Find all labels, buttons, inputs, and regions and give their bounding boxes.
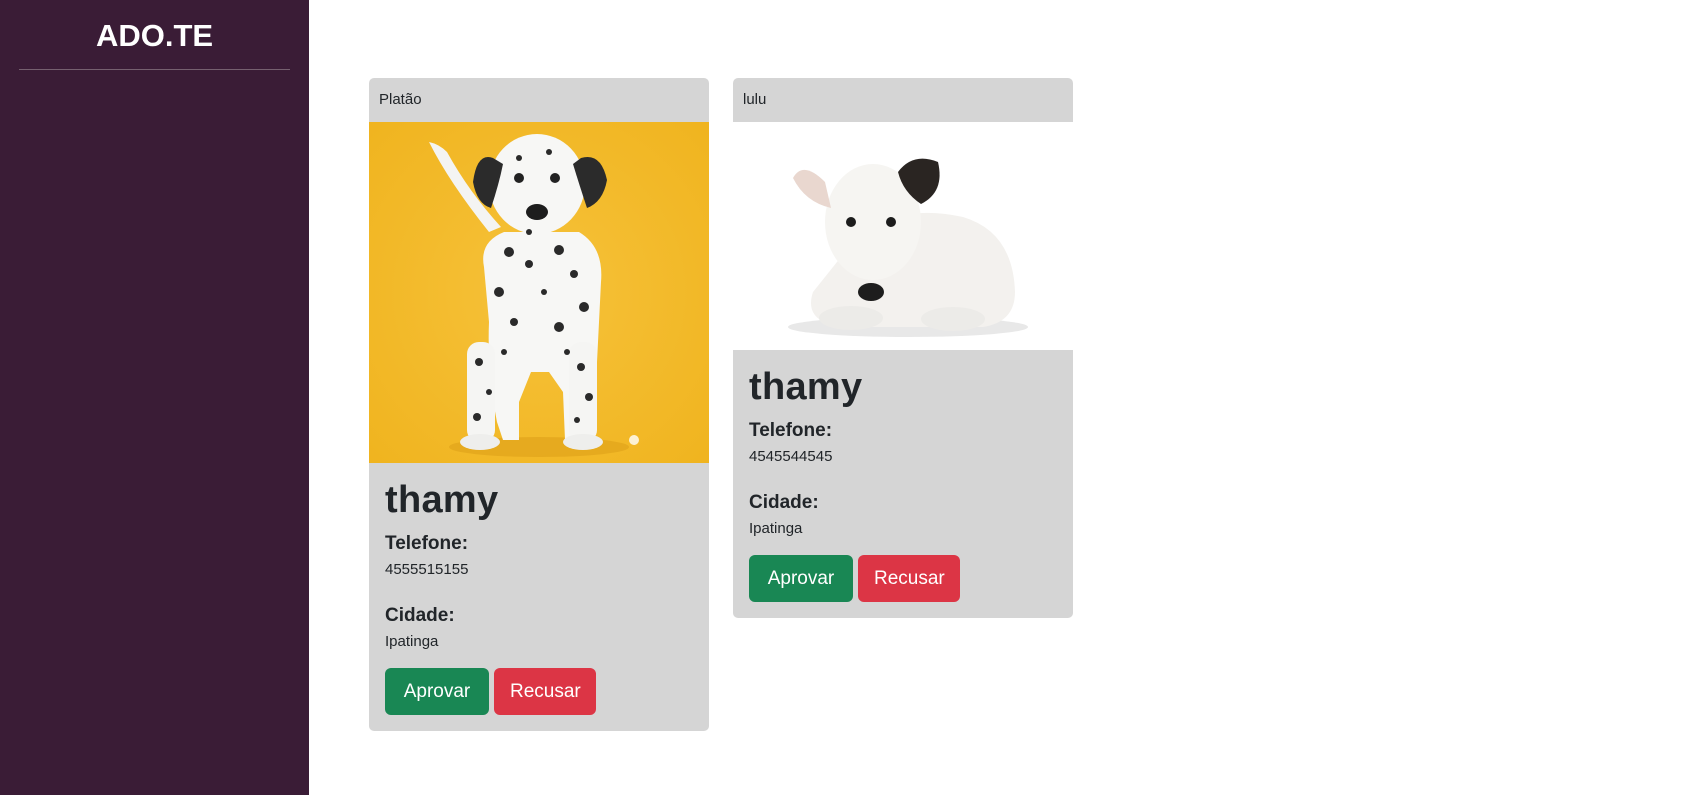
phone-value: 4545544545 bbox=[749, 448, 833, 465]
sidebar: ADO.TE bbox=[0, 0, 309, 795]
refuse-button[interactable]: Recusar bbox=[858, 555, 960, 602]
city-value: Ipatinga bbox=[749, 520, 803, 537]
sidebar-divider bbox=[19, 69, 290, 70]
approve-button[interactable]: Aprovar bbox=[385, 668, 489, 715]
phone-value: 4555515155 bbox=[385, 561, 469, 578]
phone-label: Telefone: bbox=[749, 420, 833, 441]
card-actions: Aprovar Recusar bbox=[749, 555, 1057, 602]
approve-button[interactable]: Aprovar bbox=[749, 555, 853, 602]
card-actions: Aprovar Recusar bbox=[385, 668, 693, 715]
pet-photo bbox=[369, 122, 709, 463]
main-content: Platão thamy Telefone: 4555515155 Cidade… bbox=[309, 0, 1694, 795]
pet-name: lulu bbox=[743, 91, 767, 108]
city-label: Cidade: bbox=[749, 492, 819, 513]
bull-terrier-puppy-image bbox=[733, 122, 1073, 350]
pet-photo bbox=[733, 122, 1073, 350]
city-value: Ipatinga bbox=[385, 633, 439, 650]
requester-name: thamy bbox=[749, 366, 863, 408]
card-body: thamy Telefone: 4555515155 Cidade: Ipati… bbox=[369, 463, 709, 731]
pet-name: Platão bbox=[379, 91, 422, 108]
phone-label: Telefone: bbox=[385, 533, 469, 554]
card-body: thamy Telefone: 4545544545 Cidade: Ipati… bbox=[733, 350, 1073, 618]
adoption-request-card: lulu thamy Telefone: 4545544545 Cidade: … bbox=[733, 78, 1073, 618]
requester-name: thamy bbox=[385, 479, 499, 521]
adoption-request-card: Platão thamy Telefone: 4555515155 Cidade… bbox=[369, 78, 709, 731]
city-label: Cidade: bbox=[385, 605, 455, 626]
refuse-button[interactable]: Recusar bbox=[494, 668, 596, 715]
dalmatian-puppy-image bbox=[369, 122, 709, 463]
brand-logo[interactable]: ADO.TE bbox=[0, 0, 309, 52]
